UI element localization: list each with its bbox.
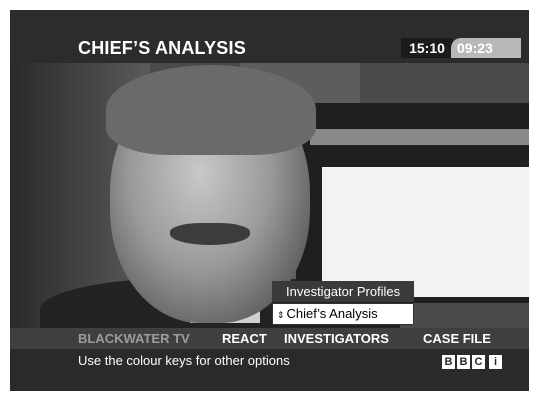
bbci-logo: B B C i xyxy=(442,355,502,369)
runtime-display: 09:23 xyxy=(451,38,521,58)
nav-item-blackwater-tv[interactable]: BLACKWATER TV xyxy=(78,328,190,349)
bbc-logo-letter: C xyxy=(472,355,485,369)
menu-item-label: Investigator Profiles xyxy=(286,284,401,299)
menu-item-label: Chief’s Analysis xyxy=(286,306,378,321)
video-still xyxy=(10,63,529,341)
footer-bar: Use the colour keys for other options B … xyxy=(10,349,529,391)
nav-item-react[interactable]: REACT xyxy=(222,328,267,349)
header-bar: CHIEF’S ANALYSIS 15:10 09:23 xyxy=(10,10,529,63)
up-down-arrow-icon: ⇕ xyxy=(277,309,285,320)
bbc-logo-letter: B xyxy=(457,355,470,369)
menu-item-investigator-profiles[interactable]: Investigator Profiles xyxy=(272,281,414,302)
nav-item-case-file[interactable]: CASE FILE xyxy=(423,328,491,349)
hint-text: Use the colour keys for other options xyxy=(78,353,290,368)
presenter-hair xyxy=(106,65,316,155)
tv-screen: CHIEF’S ANALYSIS 15:10 09:23 Investigato… xyxy=(10,10,529,391)
clock-display: 15:10 xyxy=(401,38,453,58)
interactive-icon: i xyxy=(489,355,502,369)
window-blind xyxy=(310,129,529,145)
nav-bar: BLACKWATER TV REACT INVESTIGATORS CASE F… xyxy=(10,328,529,349)
nav-item-investigators[interactable]: INVESTIGATORS xyxy=(284,328,389,349)
option-menu: Investigator Profiles ⇕ Chief’s Analysis xyxy=(272,281,414,325)
page-title: CHIEF’S ANALYSIS xyxy=(78,38,246,58)
window-glass xyxy=(322,167,529,297)
bbc-logo-letter: B xyxy=(442,355,455,369)
menu-item-chiefs-analysis[interactable]: ⇕ Chief’s Analysis xyxy=(272,303,414,325)
presenter-mustache xyxy=(170,223,250,245)
